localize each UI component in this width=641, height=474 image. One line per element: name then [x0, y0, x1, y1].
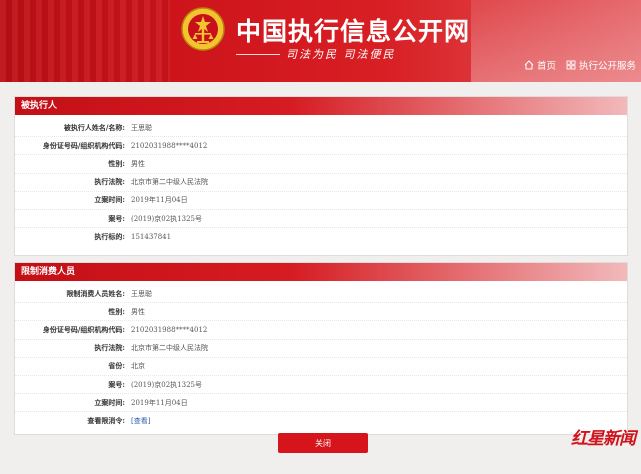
table-row: 立案时间: 2019年11月04日: [15, 394, 627, 413]
site-slogan: 司法为民 司法便民: [286, 48, 396, 61]
row-value: 男性: [131, 307, 145, 316]
detail-rows: 被执行人姓名/名称: 王思聪 身份证号码/组织机构代码: 2102031988*…: [15, 115, 627, 245]
table-row: 执行法院: 北京市第二中级人民法院: [15, 174, 627, 192]
row-label: 执行法院:: [94, 343, 125, 353]
nav-home-label: 首页: [536, 61, 556, 72]
table-row: 性别: 男性: [15, 303, 627, 322]
row-label: 身份证号码/组织机构代码:: [42, 140, 125, 150]
panel-title: 被执行人: [15, 97, 627, 115]
table-row: 查看限消令: [查看]: [15, 412, 627, 429]
site-title: 中国执行信息公开网: [236, 17, 471, 46]
table-row: 身份证号码/组织机构代码: 2102031988****4012: [15, 321, 627, 340]
row-value: 2102031988****4012: [131, 325, 208, 334]
executed-person-panel: 被执行人 被执行人姓名/名称: 王思聪 身份证号码/组织机构代码: 210203…: [14, 96, 628, 257]
table-row: 立案时间: 2019年11月04日: [15, 192, 627, 210]
row-value: 北京市第二中级人民法院: [131, 344, 208, 353]
row-label: 执行法院:: [94, 177, 125, 187]
table-row: 被执行人姓名/名称: 王思聪: [15, 119, 627, 138]
table-row: 省份: 北京: [15, 358, 627, 376]
header-nav: 首页 执行公开服务: [524, 58, 636, 72]
row-value: 王思聪: [131, 289, 152, 298]
row-label: 执行标的:: [94, 231, 125, 241]
row-value: 2019年11月04日: [131, 398, 188, 407]
table-row: 执行法院: 北京市第二中级人民法院: [15, 340, 627, 358]
table-row: 性别: 男性: [15, 155, 627, 174]
row-label: 案号:: [108, 213, 125, 223]
row-value: 王思聪: [131, 123, 152, 132]
slogan-divider-left: [236, 54, 280, 55]
close-button[interactable]: 关闭: [278, 433, 368, 453]
slogan-row: 司法为民 司法便民: [236, 46, 466, 62]
grid-icon: [566, 60, 576, 70]
news-watermark-logo: 红星新闻: [571, 424, 636, 449]
row-label: 立案时间:: [94, 195, 125, 205]
court-emblem-icon: [181, 7, 225, 51]
panel-title: 限制消费人员: [15, 263, 627, 281]
site-header: 中国执行信息公开网 司法为民 司法便民 首页 执行公开服务: [0, 0, 641, 82]
row-label: 身份证号码/组织机构代码:: [42, 324, 125, 334]
row-label: 省份:: [108, 361, 125, 371]
row-value: (2019)京02执1325号: [131, 380, 202, 389]
row-label: 案号:: [108, 379, 125, 389]
watermark-text: 红星新闻: [571, 429, 636, 449]
table-row: 案号: (2019)京02执1325号: [15, 376, 627, 395]
panel-spacer: [15, 245, 627, 255]
row-label: 性别:: [108, 306, 125, 316]
row-label: 限制消费人员姓名:: [66, 288, 125, 298]
row-value: 北京: [131, 362, 145, 371]
row-value: 2102031988****4012: [131, 141, 208, 150]
nav-home[interactable]: 首页: [524, 58, 556, 72]
row-value: 151437841: [131, 232, 172, 241]
row-value: (2019)京02执1325号: [131, 214, 202, 223]
row-label: 性别:: [108, 158, 125, 168]
detail-rows: 限制消费人员姓名: 王思聪 性别: 男性 身份证号码/组织机构代码: 21020…: [15, 281, 627, 430]
header-building-decoration-left: [0, 0, 170, 82]
row-label: 查看限消令:: [87, 415, 125, 425]
table-row: 执行标的: 151437841: [15, 228, 627, 245]
restricted-consumer-panel: 限制消费人员 限制消费人员姓名: 王思聪 性别: 男性 身份证号码/组织机构代码…: [14, 262, 628, 435]
row-label: 被执行人姓名/名称:: [63, 122, 125, 132]
view-order-link[interactable]: [查看]: [125, 416, 150, 426]
row-label: 立案时间:: [94, 397, 125, 407]
table-row: 案号: (2019)京02执1325号: [15, 210, 627, 229]
row-value: 2019年11月04日: [131, 196, 188, 205]
home-icon: [524, 60, 534, 70]
nav-execution-service-label: 执行公开服务: [578, 61, 636, 72]
row-value: 男性: [131, 159, 145, 168]
row-value: 北京市第二中级人民法院: [131, 178, 208, 187]
nav-execution-service[interactable]: 执行公开服务: [566, 58, 636, 72]
table-row: 限制消费人员姓名: 王思聪: [15, 285, 627, 304]
table-row: 身份证号码/组织机构代码: 2102031988****4012: [15, 137, 627, 156]
